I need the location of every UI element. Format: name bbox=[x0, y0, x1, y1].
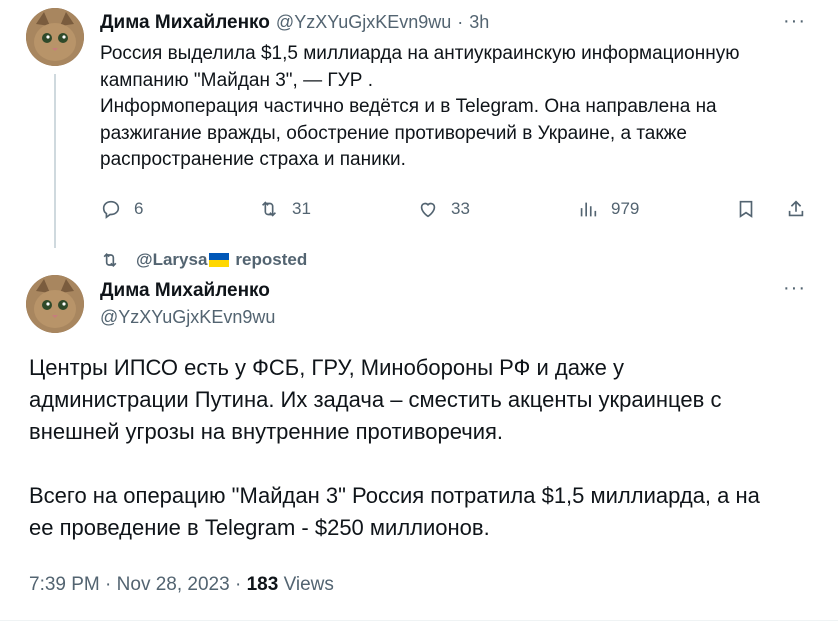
text-line: Центры ИПСО есть у ФСБ, ГРУ, Минобороны … bbox=[29, 355, 624, 380]
reply-button[interactable]: 6 bbox=[100, 198, 143, 220]
bookmark-button[interactable] bbox=[735, 198, 757, 220]
reply-count: 6 bbox=[134, 199, 144, 218]
tweet1-header: Дима Михайленко @YzXYuGjxKEvn9wu · 3h bbox=[100, 12, 489, 34]
text-line: администрации Путина. Их задача – смести… bbox=[29, 387, 722, 412]
like-count: 33 bbox=[451, 199, 470, 218]
text-line: Всего на операцию "Майдан 3" Россия потр… bbox=[29, 483, 760, 508]
separator: · bbox=[457, 12, 464, 32]
avatar[interactable] bbox=[26, 8, 84, 66]
repost-icon bbox=[103, 252, 117, 268]
thread-connector bbox=[54, 74, 56, 248]
views-icon bbox=[580, 202, 597, 217]
text-line: ее проведение в Telegram - $250 миллионо… bbox=[29, 515, 490, 540]
divider bbox=[0, 620, 838, 621]
views-label: Views bbox=[283, 574, 334, 595]
views-count: 979 bbox=[611, 199, 640, 218]
more-icon[interactable]: ··· bbox=[783, 277, 806, 300]
text-line: Россия выделила $1,5 миллиарда на антиук… bbox=[100, 43, 740, 64]
more-icon[interactable]: ··· bbox=[783, 10, 806, 33]
text-line: внешней угрозы на внутренние противоречи… bbox=[29, 419, 504, 444]
timestamp[interactable]: 3h bbox=[469, 12, 489, 33]
tweet1-text: Россия выделила $1,5 миллиарда на антиук… bbox=[100, 41, 820, 174]
views-button[interactable]: 979 bbox=[577, 198, 639, 220]
separator: · bbox=[234, 574, 242, 595]
cat-avatar-icon bbox=[26, 8, 84, 66]
tweet-meta: 7:39 PM · Nov 28, 2023 · 183 Views bbox=[29, 574, 334, 596]
text-line: разжигание вражды, обострение противореч… bbox=[100, 122, 687, 144]
bookmark-icon bbox=[739, 200, 753, 218]
text-line: распространение страха и паники. bbox=[100, 149, 406, 170]
share-button[interactable] bbox=[785, 198, 807, 220]
separator: · bbox=[105, 574, 112, 595]
avatar[interactable] bbox=[26, 275, 84, 333]
like-button[interactable]: 33 bbox=[417, 198, 470, 220]
text-line: кампанию "Майдан 3", — ГУР . bbox=[100, 69, 373, 91]
author-name[interactable]: Дима Михайленко bbox=[100, 280, 270, 302]
like-icon bbox=[420, 202, 436, 218]
share-icon bbox=[788, 200, 804, 217]
author-handle[interactable]: @YzXYuGjxKEvn9wu bbox=[100, 307, 275, 328]
repost-banner[interactable]: @Larysa reposted bbox=[100, 250, 307, 270]
tweet-date[interactable]: Nov 28, 2023 bbox=[117, 574, 230, 595]
reposted-label: reposted bbox=[235, 250, 308, 269]
author-name[interactable]: Дима Михайленко bbox=[100, 12, 270, 34]
reply-icon bbox=[102, 200, 120, 219]
text-line bbox=[29, 448, 819, 480]
text-line: Информоперация частично ведётся и в Tele… bbox=[100, 96, 717, 117]
repost-count: 31 bbox=[292, 199, 311, 218]
repost-button[interactable]: 31 bbox=[258, 198, 311, 220]
tweet-time[interactable]: 7:39 PM bbox=[29, 574, 100, 595]
tweet2-text: Центры ИПСО есть у ФСБ, ГРУ, Минобороны … bbox=[29, 352, 819, 544]
cat-avatar-icon bbox=[26, 275, 84, 333]
repost-icon bbox=[261, 201, 277, 217]
author-handle[interactable]: @YzXYuGjxKEvn9wu bbox=[276, 12, 451, 33]
views-count: 183 bbox=[246, 574, 279, 595]
ukraine-flag-icon bbox=[209, 253, 230, 267]
reposter-handle[interactable]: @Larysa bbox=[136, 250, 207, 270]
